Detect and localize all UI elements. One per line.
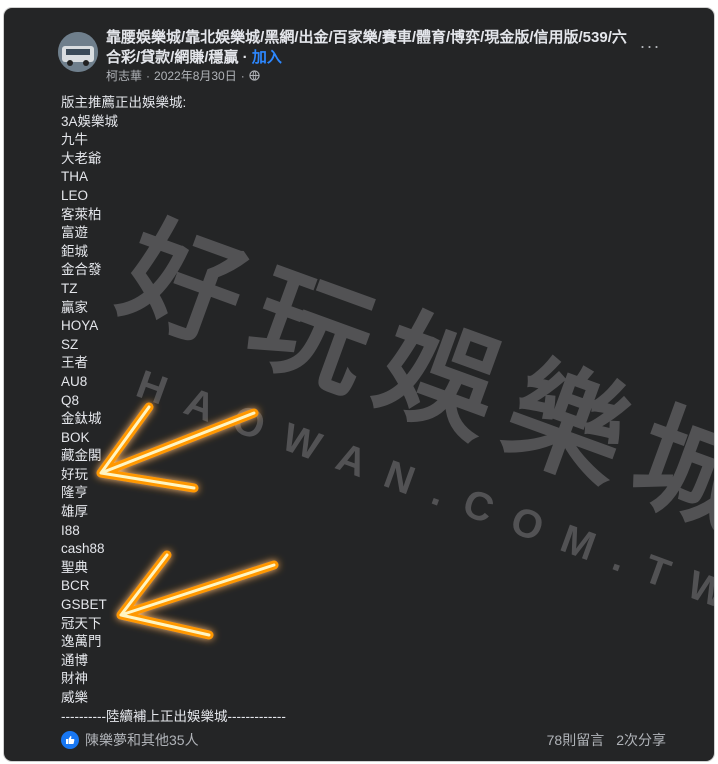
casino-list-item: 藏金閣	[61, 448, 102, 464]
casino-list-item: I88	[61, 522, 80, 538]
casino-list-item: 大老爺	[61, 150, 102, 166]
comments-count[interactable]: 78則留言	[547, 730, 605, 750]
casino-list-item: HOYA	[61, 318, 99, 334]
casino-list-item: 雄厚	[61, 504, 88, 520]
casino-list-item: BOK	[61, 429, 90, 445]
shares-count[interactable]: 2次分享	[616, 730, 666, 750]
post-card: 靠腰娛樂城/靠北娛樂城/黑網/出金/百家樂/賽車/體育/博弈/現金版/信用版/5…	[4, 8, 714, 761]
casino-list-item: 聖典	[61, 559, 88, 575]
globe-icon	[249, 70, 260, 81]
post-body: 版主推薦正出娛樂城: 3A娛樂城九牛大老爺 THA LEO 客萊柏富遊鉅城金合發 TZ 贏…	[61, 94, 661, 726]
post-heading: 版主推薦正出娛樂城:	[61, 95, 187, 110]
casino-list-item: GSBET	[61, 597, 107, 613]
author-name[interactable]: 柯志華	[106, 67, 142, 84]
casino-list-item: LEO	[61, 187, 89, 203]
group-title[interactable]: 靠腰娛樂城/靠北娛樂城/黑網/出金/百家樂/賽車/體育/博弈/現金版/信用版/5…	[106, 28, 634, 68]
casino-list-item: 富遊	[61, 225, 88, 241]
casino-list-item: 隆亨	[61, 485, 88, 501]
like-icon	[61, 731, 79, 749]
casino-list-item: 財神	[61, 671, 88, 687]
casino-list-item: 冠天下	[61, 615, 102, 631]
casino-list-item: SZ	[61, 336, 79, 352]
casino-list-item: 好玩	[61, 466, 88, 482]
post-footer: 陳樂夢和其他35人 78則留言 2次分享	[61, 729, 666, 751]
casino-list-item: 客萊柏	[61, 206, 102, 222]
casino-list-item: 逸萬門	[61, 634, 102, 650]
reactions-text[interactable]: 陳樂夢和其他35人	[85, 730, 199, 750]
casino-list-item: BCR	[61, 578, 90, 594]
casino-list-item: 王者	[61, 355, 88, 371]
post-date[interactable]: 2022年8月30日	[154, 67, 237, 84]
reactions-summary[interactable]: 陳樂夢和其他35人	[61, 730, 199, 750]
meta-separator: ·	[240, 68, 245, 83]
casino-list-item: 金鈦城	[61, 411, 102, 427]
casino-list-item: TZ	[61, 280, 78, 296]
post-meta: 柯志華 · 2022年8月30日 ·	[106, 67, 260, 84]
casino-list-item: THA	[61, 169, 88, 185]
casino-list-item: 九牛	[61, 132, 88, 148]
casino-list-item: AU8	[61, 373, 88, 389]
join-group-link[interactable]: 加入	[252, 49, 282, 66]
more-options-icon[interactable]: ···	[636, 36, 664, 60]
casino-list: 3A娛樂城九牛大老爺 THA LEO 客萊柏富遊鉅城金合發 TZ 贏家 HOYA SZ 王者 AU…	[61, 113, 661, 708]
group-avatar-icon[interactable]	[58, 32, 98, 72]
casino-list-item: 贏家	[61, 299, 88, 315]
casino-list-item: 鉅城	[61, 243, 88, 259]
group-title-text[interactable]: 靠腰娛樂城/靠北娛樂城/黑網/出金/百家樂/賽車/體育/博弈/現金版/信用版/5…	[106, 29, 627, 66]
casino-list-item: Q8	[61, 392, 80, 408]
post-closing: ----------陸續補上正出娛樂城-------------	[61, 708, 286, 724]
casino-list-item: 威樂	[61, 690, 88, 705]
casino-list-item: cash88	[61, 541, 105, 557]
casino-list-item: 通博	[61, 652, 88, 668]
casino-list-item: 3A娛樂城	[61, 113, 119, 129]
casino-list-item: 金合發	[61, 262, 102, 278]
